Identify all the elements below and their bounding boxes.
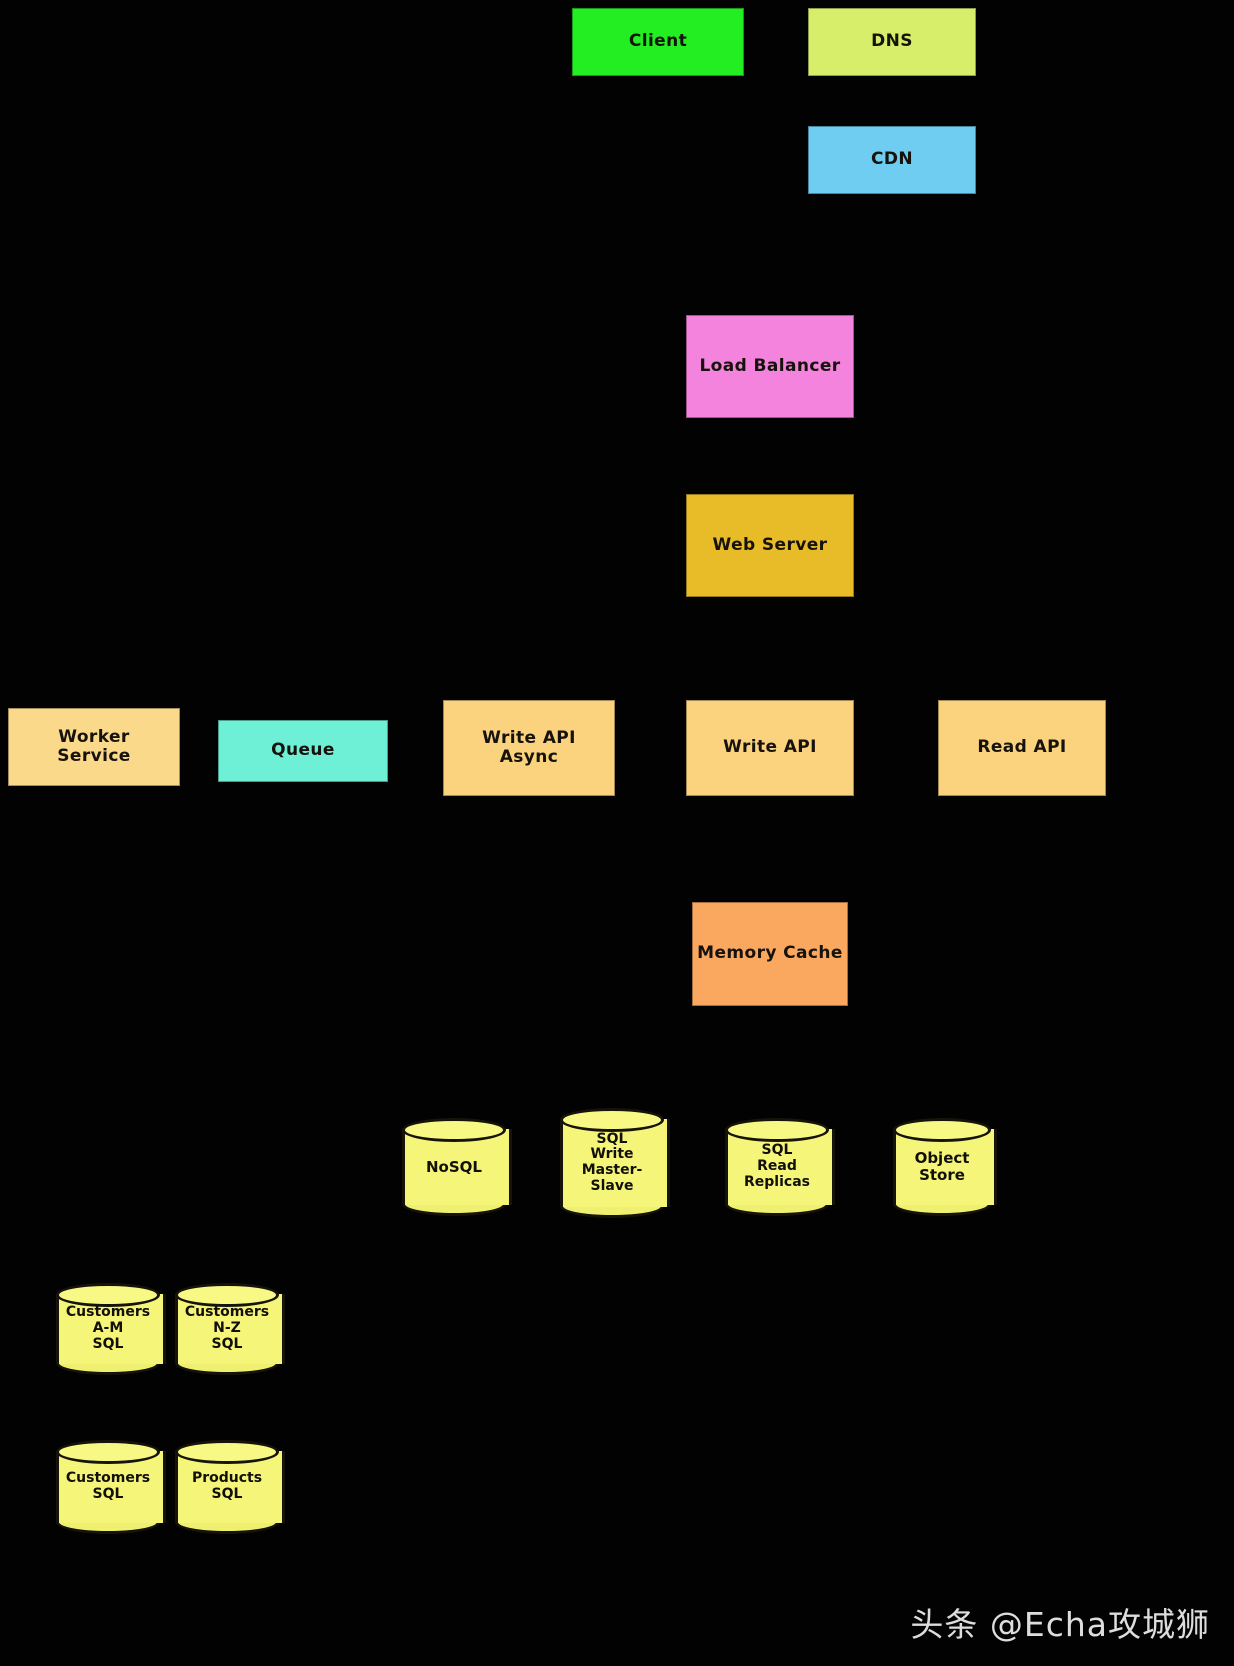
node-label-read-api: Read API [977,737,1067,758]
database-label-nosql: NoSQL [426,1157,482,1176]
node-cdn[interactable]: CDN [808,126,976,194]
database-sql-write-master[interactable]: SQL Write Master- Slave [560,1108,692,1240]
database-label-customers-nz-sql: Customers N-Z SQL [184,1304,270,1352]
node-label-client: Client [628,31,688,52]
database-label-sql-read-replicas: SQL Read Replicas [744,1142,810,1190]
node-worker-service[interactable]: Worker Service [8,708,180,786]
node-write-api-async[interactable]: Write API Async [443,700,615,796]
node-queue[interactable]: Queue [218,720,388,782]
node-dns[interactable]: DNS [808,8,976,76]
node-label-memory-cache: Memory Cache [697,943,843,964]
node-label-cdn: CDN [870,149,913,170]
node-label-write-api-async: Write API Async [482,727,576,767]
database-label-products-sql: Products SQL [191,1470,263,1502]
database-customers-am-sql[interactable]: Customers A-M SQL [56,1283,166,1375]
cylinder-bottom [582,1216,686,1240]
node-label-load-balancer: Load Balancer [699,355,841,376]
diagram-canvas: Client DNS CDN Load Balancer Web Server Worke… [0,0,1234,1666]
database-label-sql-write-master: SQL Write Master- Slave [581,1130,643,1194]
node-label-write-api: Write API [723,737,817,758]
node-web-server[interactable]: Web Server [686,494,854,597]
database-label-customers-sql: Customers SQL [65,1470,151,1502]
database-sql-read-replicas[interactable]: SQL Read Replicas [725,1118,857,1238]
database-label-object-store: Object Store [914,1149,970,1184]
node-client[interactable]: Client [572,8,744,76]
node-write-api[interactable]: Write API [686,700,854,796]
database-customers-nz-sql[interactable]: Customers N-Z SQL [175,1283,285,1375]
node-label-worker-service: Worker Service [57,726,131,766]
node-label-web-server: Web Server [712,534,828,555]
database-label-customers-am-sql: Customers A-M SQL [65,1304,151,1352]
node-label-queue: Queue [271,740,335,761]
database-products-sql[interactable]: Products SQL [175,1440,285,1534]
node-read-api[interactable]: Read API [938,700,1106,796]
node-load-balancer[interactable]: Load Balancer [686,315,854,418]
database-nosql[interactable]: NoSQL [402,1118,512,1216]
database-object-store[interactable]: Object Store [893,1118,997,1216]
watermark-text: 头条 @Echa攻城狮 [910,1605,1210,1644]
database-customers-sql[interactable]: Customers SQL [56,1440,166,1534]
cylinder-bottom [747,1214,851,1238]
node-label-dns: DNS [871,31,913,52]
node-memory-cache[interactable]: Memory Cache [692,902,848,1006]
